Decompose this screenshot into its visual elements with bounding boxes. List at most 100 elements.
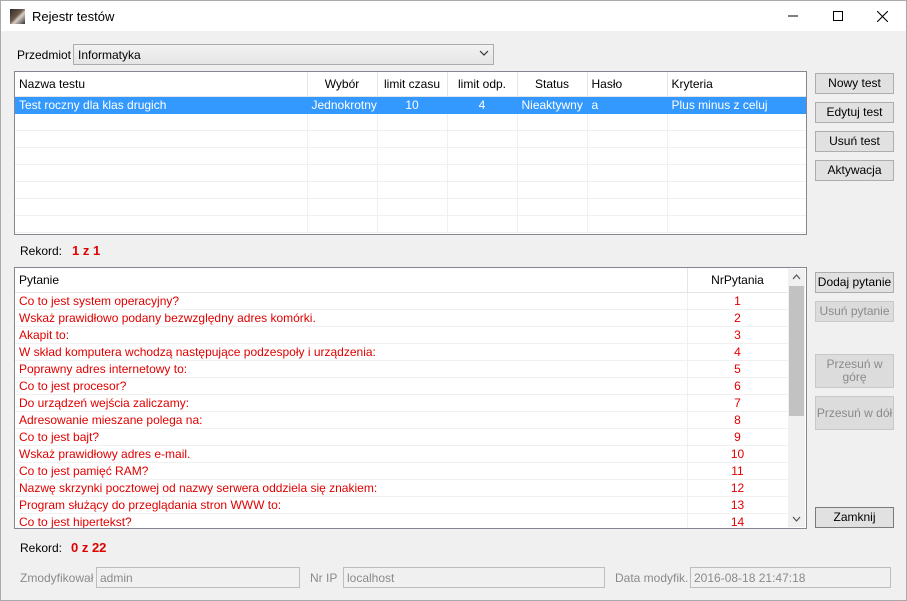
table-row[interactable]: Wskaż prawidłowo podany bezwzględny adre… xyxy=(15,309,789,327)
empty-cell xyxy=(517,113,588,131)
col-header-name[interactable]: Nazwa testu xyxy=(15,72,308,97)
question-number-cell: 10 xyxy=(687,445,789,463)
question-number-cell: 3 xyxy=(687,326,789,344)
delete-test-button[interactable]: Usuń test xyxy=(815,131,894,152)
maximize-icon xyxy=(832,11,843,21)
col-header-time-limit[interactable]: limit czasu xyxy=(377,72,448,97)
new-test-button[interactable]: Nowy test xyxy=(815,73,894,94)
table-row[interactable]: Wskaż prawidłowy adres e-mail. 10 xyxy=(15,445,789,463)
question-number-cell: 1 xyxy=(687,292,789,310)
close-button[interactable]: Zamknij xyxy=(815,507,894,528)
add-question-button[interactable]: Dodaj pytanie xyxy=(815,272,894,293)
test-name-cell: Test roczny dla klas drugich xyxy=(15,96,308,114)
empty-cell xyxy=(587,130,668,148)
empty-cell xyxy=(307,147,378,165)
col-header-question[interactable]: Pytanie xyxy=(15,268,688,293)
empty-cell xyxy=(15,198,308,216)
question-text-cell: Poprawny adres internetowy to: xyxy=(15,360,688,378)
empty-cell xyxy=(667,198,806,216)
table-row[interactable]: Co to jest hipertekst? 14 xyxy=(15,513,789,528)
empty-cell xyxy=(307,113,378,131)
table-row[interactable]: Poprawny adres internetowy to: 5 xyxy=(15,360,789,378)
modified-by-label: Zmodyfikował xyxy=(20,571,94,585)
empty-cell xyxy=(447,147,518,165)
minimize-icon xyxy=(787,15,798,17)
subject-value: Informatyka xyxy=(78,48,141,62)
app-window: Rejestr testów Przedmiot Informatyka Naz… xyxy=(0,0,907,601)
empty-cell xyxy=(517,181,588,199)
tests-header-row: Nazwa testu Wybór limit czasu limit odp.… xyxy=(15,72,806,97)
empty-row xyxy=(15,130,806,148)
question-text-cell: Program służący do przeglądania stron WW… xyxy=(15,496,688,514)
scrollbar-thumb[interactable] xyxy=(789,286,804,416)
empty-cell xyxy=(447,130,518,148)
empty-cell xyxy=(307,198,378,216)
empty-cell xyxy=(307,181,378,199)
table-row[interactable]: W skład komputera wchodzą następujące po… xyxy=(15,343,789,361)
empty-cell xyxy=(667,147,806,165)
table-row[interactable]: Co to jest procesor? 6 xyxy=(15,377,789,395)
question-text-cell: Co to jest hipertekst? xyxy=(15,513,688,528)
date-field[interactable]: 2016-08-18 21:47:18 xyxy=(690,567,891,588)
window-title: Rejestr testów xyxy=(32,9,115,24)
empty-cell xyxy=(377,181,448,199)
col-header-answer-limit[interactable]: limit odp. xyxy=(447,72,518,97)
table-row[interactable]: Co to jest pamięć RAM? 11 xyxy=(15,462,789,480)
questions-grid[interactable]: Pytanie NrPytania Co to jest system oper… xyxy=(14,267,807,529)
tests-record-value: 1 z 1 xyxy=(72,243,101,258)
move-down-button[interactable]: Przesuń w dół xyxy=(815,396,894,430)
test-choice-cell: Jednokrotny xyxy=(307,96,378,114)
empty-cell xyxy=(377,130,448,148)
empty-cell xyxy=(587,198,668,216)
edit-test-button[interactable]: Edytuj test xyxy=(815,102,894,123)
table-row[interactable]: Adresowanie mieszane polega na: 8 xyxy=(15,411,789,429)
chevron-down-icon[interactable] xyxy=(792,516,801,522)
tests-grid[interactable]: Nazwa testu Wybór limit czasu limit odp.… xyxy=(14,71,807,235)
empty-cell xyxy=(587,164,668,182)
col-header-criteria[interactable]: Kryteria xyxy=(667,72,806,97)
chevron-up-icon[interactable] xyxy=(792,274,801,280)
table-row[interactable]: Akapit to: 3 xyxy=(15,326,789,344)
question-number-cell: 5 xyxy=(687,360,789,378)
table-row[interactable]: Co to jest bajt? 9 xyxy=(15,428,789,446)
table-row[interactable]: Test roczny dla klas drugich Jednokrotny… xyxy=(15,96,806,114)
title-bar: Rejestr testów xyxy=(1,1,906,31)
table-row[interactable]: Program służący do przeglądania stron WW… xyxy=(15,496,789,514)
col-header-password[interactable]: Hasło xyxy=(587,72,668,97)
empty-cell xyxy=(447,198,518,216)
col-header-status[interactable]: Status xyxy=(517,72,588,97)
question-text-cell: Co to jest system operacyjny? xyxy=(15,292,688,310)
move-up-button[interactable]: Przesuń w górę xyxy=(815,354,894,388)
empty-cell xyxy=(15,164,308,182)
questions-scrollbar[interactable] xyxy=(788,269,805,527)
empty-cell xyxy=(587,215,668,233)
subject-select[interactable]: Informatyka xyxy=(73,44,494,65)
question-text-cell: Do urządzeń wejścia zaliczamy: xyxy=(15,394,688,412)
empty-cell xyxy=(377,164,448,182)
empty-cell xyxy=(667,164,806,182)
question-text-cell: Akapit to: xyxy=(15,326,688,344)
empty-cell xyxy=(587,113,668,131)
empty-row xyxy=(15,181,806,199)
question-number-cell: 6 xyxy=(687,377,789,395)
activate-button[interactable]: Aktywacja xyxy=(815,160,894,181)
delete-question-button[interactable]: Usuń pytanie xyxy=(815,301,894,322)
empty-row xyxy=(15,113,806,131)
maximize-button[interactable] xyxy=(815,1,860,31)
test-password-cell: a xyxy=(587,96,668,114)
empty-cell xyxy=(15,181,308,199)
minimize-button[interactable] xyxy=(770,1,815,31)
table-row[interactable]: Nazwę skrzynki pocztowej od nazwy serwer… xyxy=(15,479,789,497)
modified-by-field[interactable]: admin xyxy=(96,567,300,588)
close-window-button[interactable] xyxy=(860,1,905,31)
question-text-cell: Co to jest procesor? xyxy=(15,377,688,395)
table-row[interactable]: Co to jest system operacyjny? 1 xyxy=(15,292,789,310)
empty-cell xyxy=(377,113,448,131)
col-header-choice[interactable]: Wybór xyxy=(307,72,378,97)
chevron-down-icon xyxy=(479,50,489,56)
ip-field[interactable]: localhost xyxy=(343,567,605,588)
question-text-cell: Co to jest pamięć RAM? xyxy=(15,462,688,480)
col-header-question-number[interactable]: NrPytania xyxy=(687,268,789,293)
question-text-cell: Wskaż prawidłowy adres e-mail. xyxy=(15,445,688,463)
table-row[interactable]: Do urządzeń wejścia zaliczamy: 7 xyxy=(15,394,789,412)
